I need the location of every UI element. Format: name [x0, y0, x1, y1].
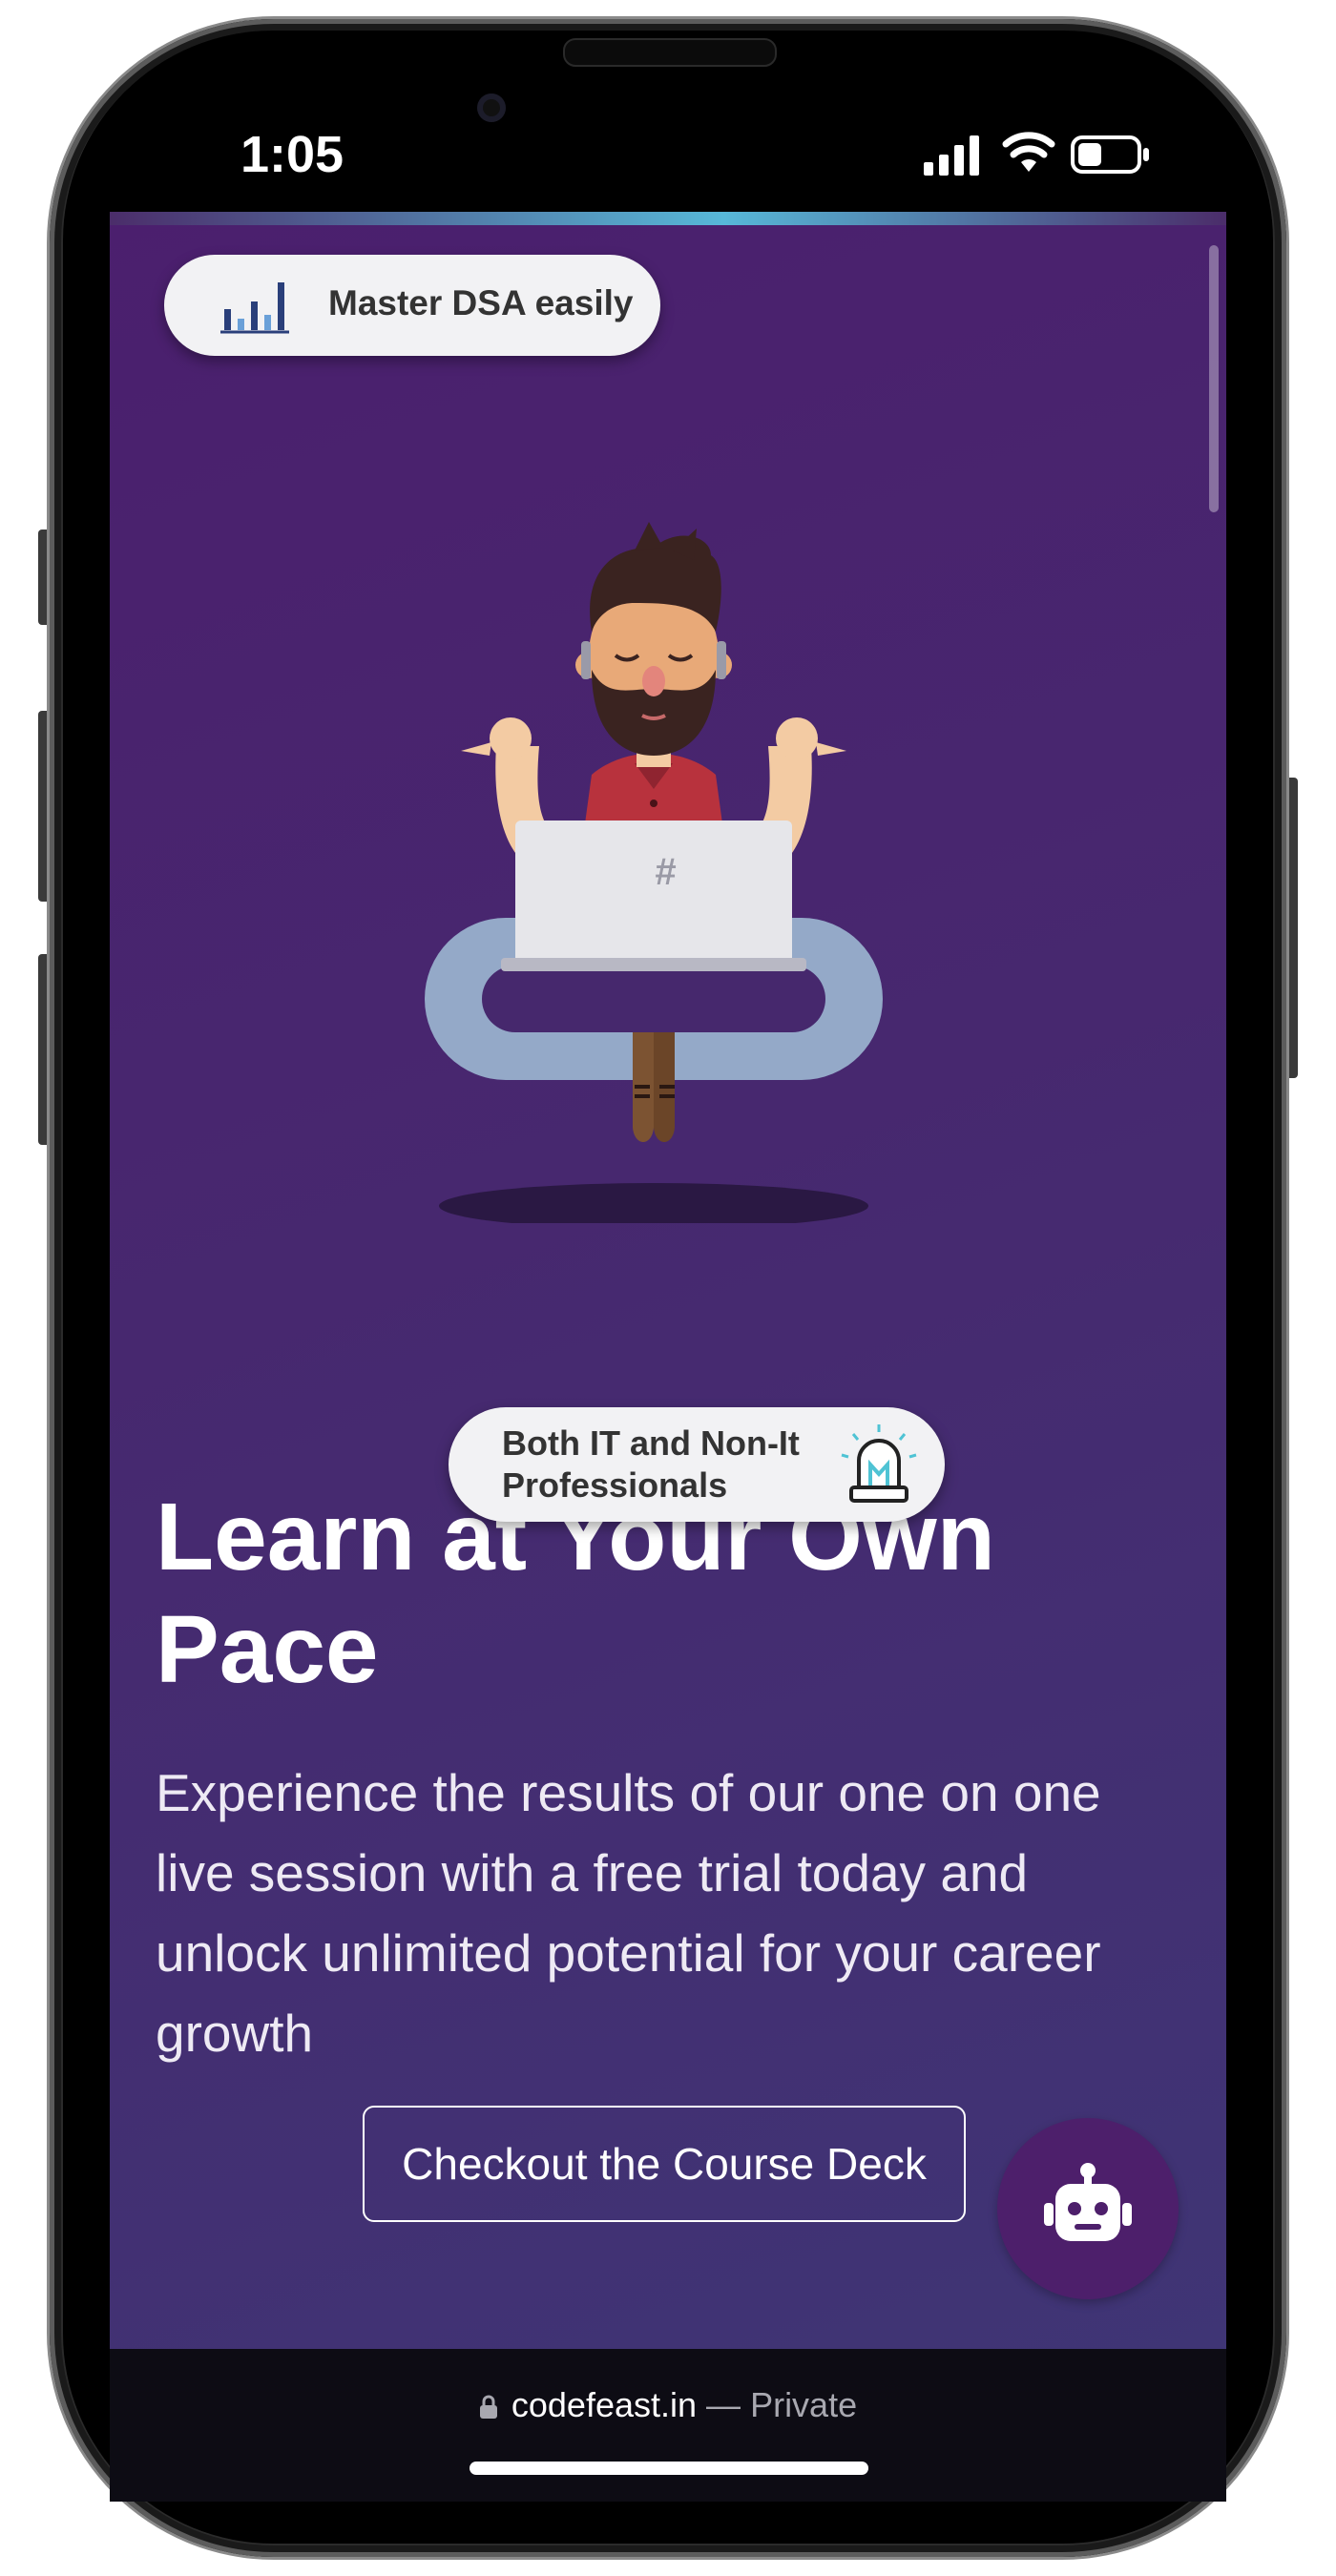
wifi-icon: [1002, 132, 1055, 172]
address-bar[interactable]: codefeast.in — Private: [110, 2385, 1226, 2425]
private-mode-label: Private: [750, 2385, 858, 2424]
badge-professionals-label: Both IT and Non-It Professionals: [502, 1423, 800, 1505]
status-time: 1:05: [240, 126, 344, 183]
home-indicator[interactable]: [470, 2462, 868, 2475]
battery-icon: [1071, 135, 1149, 174]
badge-professionals: Both IT and Non-It Professionals: [449, 1407, 945, 1522]
badge-dsa-label: Master DSA easily: [328, 283, 634, 322]
course-deck-button[interactable]: Checkout the Course Deck: [363, 2106, 966, 2222]
hero-description: Experience the results of our one on one…: [156, 1763, 1101, 2063]
top-accent-glow: [110, 212, 1226, 225]
web-page[interactable]: Master DSA easily # Both IT and Non-It P…: [110, 212, 1226, 2349]
browser-bottom-bar: codefeast.in — Private: [110, 2349, 1226, 2502]
robot-icon: [1044, 2163, 1132, 2241]
lock-icon: [479, 2395, 497, 2419]
bar-chart-icon: [220, 282, 289, 334]
lightbulb-icon: [841, 1424, 917, 1503]
meditating-developer-illustration: [425, 522, 883, 1223]
front-camera: [477, 93, 506, 122]
url-domain: codefeast.in: [511, 2385, 698, 2424]
url-separator: —: [706, 2385, 741, 2424]
signal-icon: [924, 135, 979, 176]
chatbot-button[interactable]: [997, 2118, 1179, 2299]
power-button: [1284, 778, 1298, 1078]
scrollbar[interactable]: [1209, 245, 1219, 512]
earpiece-speaker: [563, 38, 777, 67]
laptop-symbol: #: [654, 851, 677, 893]
badge-master-dsa: Master DSA easily: [164, 255, 660, 356]
